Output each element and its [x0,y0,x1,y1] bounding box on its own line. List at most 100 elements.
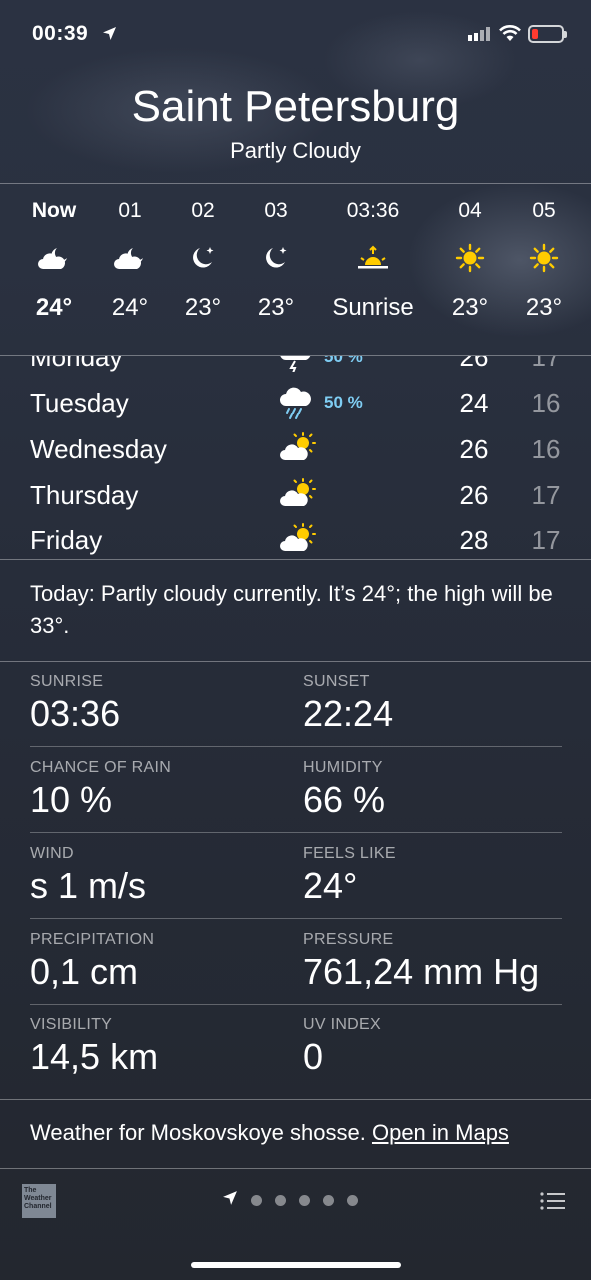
location-arrow-icon [102,26,117,46]
detail-wind: WIND s 1 m/s [30,845,290,907]
moon-stars-icon [261,241,291,275]
divider [0,661,591,662]
hour-item: 01 24° [100,184,160,357]
day-row-wednesday: Wednesday 26 16 [0,426,591,472]
hour-item: 03 23° [246,184,306,357]
hour-temp: 23° [184,294,222,321]
detail-value: s 1 m/s [30,865,147,906]
detail-label: HUMIDITY [303,759,383,776]
hour-label: 01 [118,199,142,222]
cloud-moon-icon [113,241,147,275]
status-bar: 00:39 [0,0,591,70]
status-time: 00:39 [32,22,89,45]
current-location-arrow-icon[interactable] [222,1190,238,1211]
partly-sunny-icon [279,523,317,559]
detail-value: 0 [303,1036,324,1077]
current-condition: Partly Cloudy [230,138,361,163]
day-name: Wednesday [30,434,167,464]
weather-channel-logo[interactable]: The Weather Channel [22,1184,56,1218]
moon-stars-icon [188,241,218,275]
detail-label: SUNRISE [30,673,104,690]
detail-value: 24° [303,865,358,906]
cellular-signal-icon [468,27,490,41]
detail-value: 22:24 [303,693,394,734]
page-dot[interactable] [251,1195,262,1206]
divider [30,918,562,919]
divider [0,1099,591,1100]
sun-icon [455,241,485,275]
page-dot[interactable] [347,1195,358,1206]
detail-label: FEELS LIKE [303,845,396,862]
detail-sunrise: SUNRISE 03:36 [30,673,290,735]
hour-label: 02 [191,199,215,222]
day-high: 26 [459,480,489,510]
location-note-text: Weather for Moskovskoye shosse. [30,1120,366,1145]
hour-temp: 23° [525,294,563,321]
divider [0,559,591,560]
partly-sunny-icon [279,478,317,515]
rain-chance: 50 % [324,393,363,412]
hour-label: 05 [532,199,556,222]
divider [30,832,562,833]
detail-label: PRESSURE [303,931,394,948]
day-low: 17 [531,525,561,555]
detail-value: 14,5 km [30,1036,159,1077]
day-name: Friday [30,525,103,555]
detail-value: 761,24 mm Hg [303,951,540,992]
day-row-friday: Friday 28 17 [0,517,591,559]
page-dot[interactable] [299,1195,310,1206]
hour-item: 02 23° [173,184,233,357]
cloud-moon-icon [37,241,71,275]
today-summary: Today: Partly cloudy currently. It’s 24°… [30,581,553,638]
detail-label: VISIBILITY [30,1016,113,1033]
day-high: 28 [459,525,489,555]
hour-item: Now 24° [24,184,84,357]
divider [30,746,562,747]
day-row-tuesday: Tuesday 50 % 24 16 [0,380,591,426]
detail-visibility: VISIBILITY 14,5 km [30,1016,290,1078]
day-low: 17 [531,480,561,510]
sunrise-icon [356,241,390,275]
detail-label: WIND [30,845,74,862]
page-dot[interactable] [275,1195,286,1206]
hour-label: 03:36 [346,199,400,222]
detail-uv-index: UV INDEX 0 [303,1016,563,1078]
hour-temp: Sunrise [332,294,414,321]
day-low: 16 [531,388,561,418]
hour-item: 05 23° [513,184,575,357]
day-row-thursday: Thursday 26 17 [0,472,591,518]
detail-label: PRECIPITATION [30,931,155,948]
hour-label: 03 [264,199,288,222]
page-dot[interactable] [323,1195,334,1206]
hour-temp: 24° [111,294,149,321]
hour-item: 03:36 Sunrise [323,184,423,357]
day-low: 17 [531,356,561,372]
day-high: 26 [459,434,489,464]
battery-icon [528,25,567,43]
day-name: Tuesday [30,388,129,418]
day-name: Thursday [30,480,139,510]
home-indicator[interactable] [191,1262,401,1268]
hour-temp: 24° [35,294,73,321]
detail-feels-like: FEELS LIKE 24° [303,845,563,907]
detail-value: 03:36 [30,693,121,734]
weather-location-note: Weather for Moskovskoye shosse. Open in … [30,1120,509,1146]
page-indicator[interactable] [222,1190,358,1211]
hourly-forecast[interactable]: Now 24° 01 24° 02 23° 03 23° 03:36 Sunri… [0,183,591,356]
city-list-icon[interactable] [540,1191,566,1216]
detail-value: 66 % [303,779,386,820]
divider [0,1168,591,1169]
hour-temp: 23° [451,294,489,321]
detail-label: SUNSET [303,673,370,690]
daily-forecast[interactable]: Monday 50 % 26 17 Tuesday 50 % 24 16 Wed… [0,356,591,559]
rain-chance: 50 % [324,356,363,366]
open-in-maps-link[interactable]: Open in Maps [372,1120,509,1145]
detail-label: UV INDEX [303,1016,381,1033]
detail-sunset: SUNSET 22:24 [303,673,563,735]
detail-value: 10 % [30,779,113,820]
detail-value: 0,1 cm [30,951,139,992]
hour-label: 04 [458,199,482,222]
city-name: Saint Petersburg [131,82,460,131]
rain-cloud-icon [279,386,313,425]
battery-level [532,29,538,39]
